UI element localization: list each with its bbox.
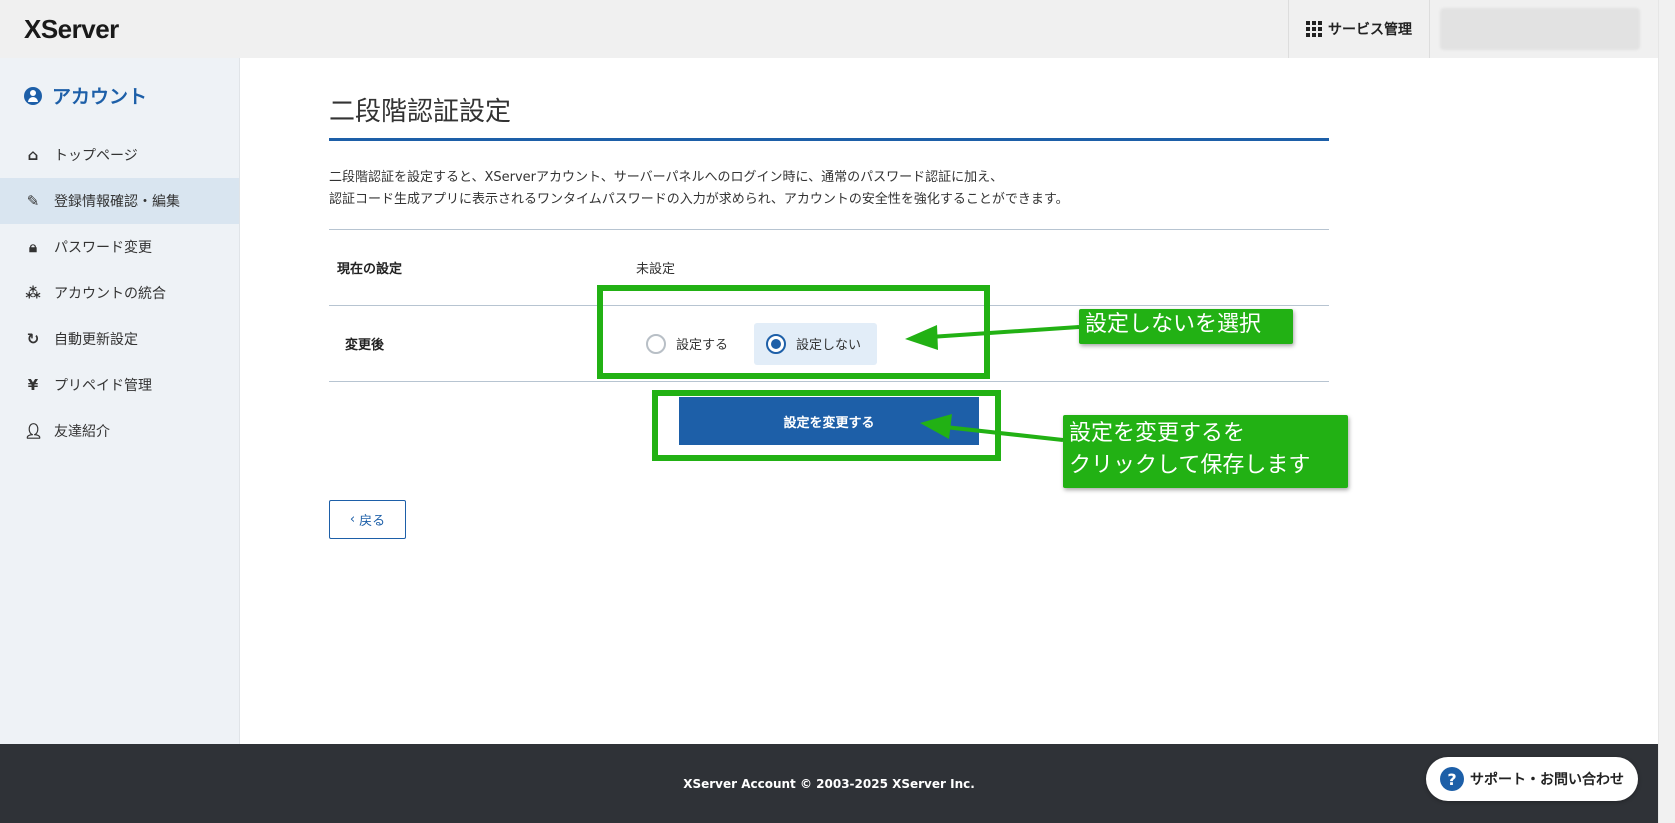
xserver-logo[interactable]: XServer: [24, 14, 119, 45]
chevron-left-icon: ‹: [349, 512, 356, 527]
description-line-2: 認証コード生成アプリに表示されるワンタイムパスワードの入力が求められ、アカウント…: [329, 192, 1069, 207]
top-header: XServer サービス管理: [0, 0, 1658, 58]
description-line-1: 二段階認証を設定すると、XServerアカウント、サーバーパネルへのログイン時に…: [329, 170, 1004, 185]
current-setting-label: 現在の設定: [337, 262, 403, 277]
yen-icon: ¥: [27, 376, 39, 394]
callout-click-save-line-1: 設定を変更するを: [1069, 421, 1246, 446]
after-change-label: 変更後: [345, 338, 385, 353]
service-management-label: サービス管理: [1328, 22, 1412, 38]
callout-click-save: 設定を変更するを クリックして保存します: [1063, 415, 1348, 488]
sidebar: アカウント ⌂ トップページ ✎ 登録情報確認・編集 🔒︎ パスワード変更 ⁂ …: [0, 58, 240, 744]
sidebar-nav: ⌂ トップページ ✎ 登録情報確認・編集 🔒︎ パスワード変更 ⁂ アカウントの…: [0, 132, 239, 454]
grid-icon: [1306, 21, 1322, 37]
sidebar-item-label: トップページ: [54, 148, 138, 164]
service-management-button[interactable]: サービス管理: [1288, 0, 1430, 58]
sidebar-item-account-merge[interactable]: ⁂ アカウントの統合: [0, 270, 239, 316]
sidebar-item-label: 友達紹介: [54, 424, 110, 440]
support-contact-label: サポート・お問い合わせ: [1470, 772, 1624, 788]
current-setting-value: 未設定: [636, 262, 676, 277]
callout-click-save-line-2: クリックして保存します: [1069, 453, 1311, 478]
page-scrollbar[interactable]: [1658, 0, 1675, 823]
sidebar-title-label: アカウント: [52, 86, 148, 108]
question-icon: ?: [1440, 767, 1464, 791]
sidebar-item-label: プリペイド管理: [54, 378, 152, 394]
callout-select-disable: 設定しないを選択: [1079, 309, 1293, 344]
page-title: 二段階認証設定: [329, 91, 1329, 141]
sidebar-item-label: 登録情報確認・編集: [54, 194, 180, 210]
account-icon: [24, 86, 42, 105]
back-button-label: 戻る: [359, 514, 386, 529]
support-contact-button[interactable]: ? サポート・お問い合わせ: [1426, 757, 1638, 801]
footer-copyright: XServer Account © 2003-2025 XServer Inc.: [683, 776, 975, 791]
sidebar-item-referral[interactable]: 👤︎ 友達紹介: [0, 408, 239, 454]
merge-icon: ⁂: [25, 284, 41, 302]
user-menu-blurred[interactable]: [1440, 8, 1640, 50]
lock-icon: 🔒︎: [29, 238, 37, 256]
button-highlight-box: [652, 390, 1001, 461]
sidebar-item-label: アカウントの統合: [54, 286, 166, 302]
sidebar-item-label: パスワード変更: [54, 240, 152, 256]
sidebar-item-password-change[interactable]: 🔒︎ パスワード変更: [0, 224, 239, 270]
radio-highlight-box: [597, 285, 990, 379]
sidebar-item-top-page[interactable]: ⌂ トップページ: [0, 132, 239, 178]
description: 二段階認証を設定すると、XServerアカウント、サーバーパネルへのログイン時に…: [329, 167, 1329, 211]
person-icon: 👤︎: [24, 422, 44, 440]
sidebar-item-prepaid[interactable]: ¥ プリペイド管理: [0, 362, 239, 408]
sidebar-item-registration-info[interactable]: ✎ 登録情報確認・編集: [0, 178, 239, 224]
sidebar-item-auto-renewal[interactable]: ↻ 自動更新設定: [0, 316, 239, 362]
back-button[interactable]: ‹ 戻る: [329, 500, 406, 539]
sidebar-title: アカウント: [24, 82, 147, 109]
refresh-icon: ↻: [26, 330, 40, 348]
footer: XServer Account © 2003-2025 XServer Inc.: [0, 744, 1658, 823]
sidebar-item-label: 自動更新設定: [54, 332, 138, 348]
edit-icon: ✎: [26, 192, 40, 210]
home-icon: ⌂: [27, 146, 39, 164]
